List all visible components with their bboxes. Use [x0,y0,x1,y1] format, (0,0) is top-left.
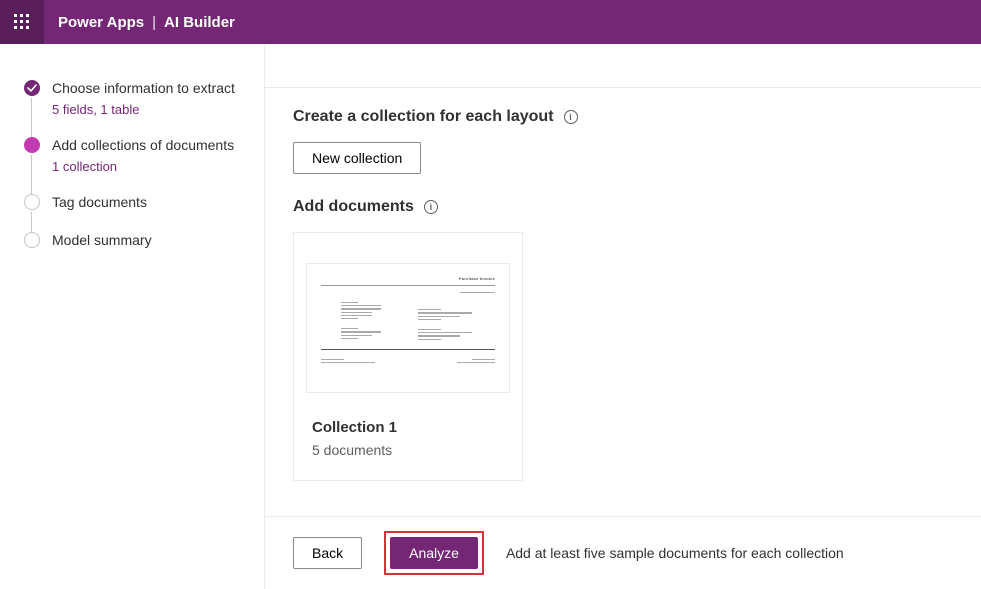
check-icon [27,83,37,93]
step-title: Add collections of documents [52,135,234,155]
analyze-button[interactable]: Analyze [390,537,478,569]
app-header: Power Apps | AI Builder [0,0,981,44]
collection-doc-count: 5 documents [312,442,504,458]
add-documents-heading: Add documents i [293,198,953,216]
section-name: AI Builder [164,14,235,31]
step-title: Tag documents [52,192,147,212]
back-button[interactable]: Back [293,537,362,569]
step-bullet-pending [24,232,40,248]
step-bullet-active [24,137,40,153]
collection-name: Collection 1 [312,419,504,436]
wizard-steps-sidebar: Choose information to extract 5 fields, … [0,44,265,589]
info-icon[interactable]: i [564,110,578,124]
step-add-collections[interactable]: Add collections of documents 1 collectio… [24,135,244,192]
app-name: Power Apps [58,14,144,31]
heading-text: Add documents [293,198,414,216]
document-thumbnail: Purchase Invoice [306,263,510,393]
app-title: Power Apps | AI Builder [44,14,235,31]
new-collection-button[interactable]: New collection [293,142,421,174]
analyze-highlight: Analyze [384,531,484,575]
app-launcher-button[interactable] [0,0,44,44]
collection-card[interactable]: Purchase Invoice [293,232,523,481]
main-content: Create a collection for each layout i Ne… [265,88,981,516]
step-bullet-complete [24,80,40,96]
footer-hint: Add at least five sample documents for e… [506,545,844,561]
heading-text: Create a collection for each layout [293,108,554,126]
title-separator: | [152,14,156,31]
step-meta: 5 fields, 1 table [52,102,235,117]
wizard-footer: Back Analyze Add at least five sample do… [265,516,981,589]
waffle-icon [14,14,30,30]
step-model-summary[interactable]: Model summary [24,230,244,268]
step-choose-information[interactable]: Choose information to extract 5 fields, … [24,78,244,135]
thumbnail-title: Purchase Invoice [321,276,495,281]
info-icon[interactable]: i [424,200,438,214]
step-title: Choose information to extract [52,78,235,98]
create-collection-heading: Create a collection for each layout i [293,108,953,126]
step-tag-documents[interactable]: Tag documents [24,192,244,230]
step-bullet-pending [24,194,40,210]
step-meta: 1 collection [52,159,234,174]
step-title: Model summary [52,230,152,250]
